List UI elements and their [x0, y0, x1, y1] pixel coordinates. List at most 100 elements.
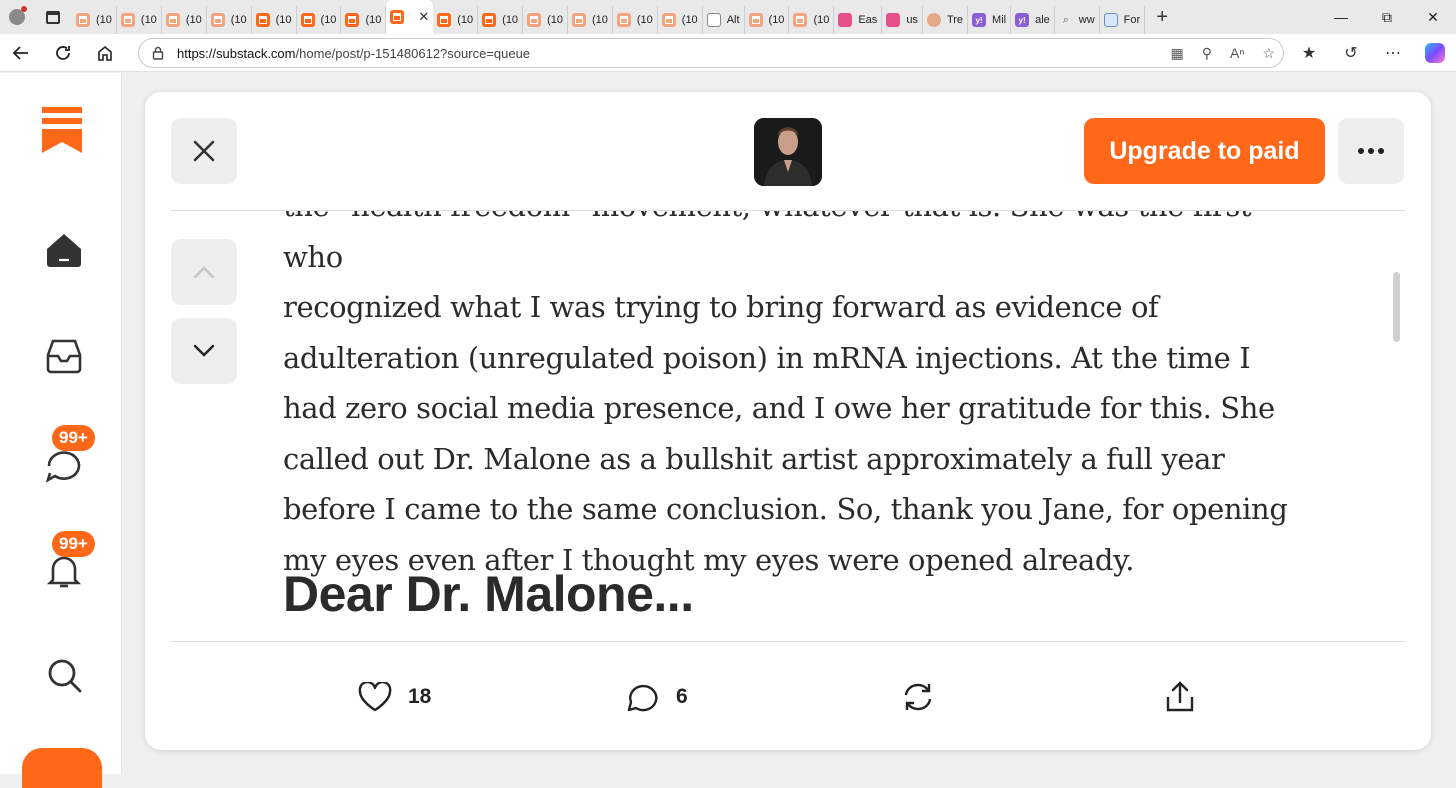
- restack-icon: [904, 683, 932, 711]
- like-button[interactable]: 18: [358, 677, 431, 717]
- tab-label: (10: [547, 14, 563, 26]
- substack-icon: [571, 13, 586, 27]
- browser-tab[interactable]: (10: [162, 6, 207, 34]
- tab-label: us: [906, 14, 918, 26]
- back-button[interactable]: [0, 34, 42, 72]
- browser-tab[interactable]: (10: [789, 6, 835, 34]
- substack-icon: [210, 13, 225, 27]
- substack-icon: [437, 13, 452, 27]
- browser-tab[interactable]: Tre: [923, 6, 969, 34]
- browser-tab[interactable]: (10: [207, 6, 252, 34]
- minimize-button[interactable]: —: [1318, 0, 1364, 34]
- apps-icon[interactable]: ▦: [1170, 45, 1183, 62]
- comment-count: 6: [676, 685, 688, 708]
- restore-button[interactable]: ⧉: [1364, 0, 1410, 34]
- next-post-button[interactable]: [171, 318, 237, 384]
- url-text: https://substack.com/home/post/p-1514806…: [177, 45, 531, 61]
- browser-tab[interactable]: (10: [433, 6, 479, 34]
- browser-tab-strip: (10 (10 (10 (10 (10 (10 (10 ✕ (10 (10 (10 (10 (10 (10…: [0, 0, 1456, 34]
- favorites-icon[interactable]: ★: [1288, 43, 1330, 63]
- tab-actions-icon[interactable]: [34, 0, 72, 34]
- comment-button[interactable]: 6: [626, 677, 688, 717]
- new-tab-button[interactable]: +: [1145, 6, 1179, 29]
- browser-tab[interactable]: For: [1100, 6, 1146, 34]
- paragraph-line: before I came to the same conclusion. So…: [283, 492, 1288, 526]
- browser-tab[interactable]: (10: [252, 6, 297, 34]
- close-tab-icon[interactable]: ✕: [418, 9, 429, 25]
- tab-label: Tre: [946, 14, 964, 26]
- restack-button[interactable]: [901, 677, 935, 717]
- address-bar[interactable]: https://substack.com/home/post/p-1514806…: [138, 38, 1284, 68]
- browser-tab[interactable]: (10: [658, 6, 703, 34]
- lock-icon[interactable]: [139, 46, 177, 60]
- paragraph-line: adulteration (unregulated poison) in mRN…: [283, 340, 1251, 375]
- paragraph-line: recognized what I was trying to bring fo…: [283, 290, 1159, 324]
- history-icon[interactable]: ↺: [1330, 43, 1372, 63]
- browser-tab[interactable]: (10: [745, 6, 790, 34]
- browser-tab[interactable]: y! Mil: [968, 6, 1012, 34]
- tab-label: (10: [365, 14, 382, 26]
- sidebar-search-icon[interactable]: [44, 655, 84, 695]
- previous-post-button[interactable]: [171, 239, 237, 305]
- browser-tab[interactable]: (10: [117, 6, 162, 34]
- tab-label: ale: [1035, 14, 1050, 26]
- browser-tab[interactable]: (10: [568, 6, 613, 34]
- tab-label: (10: [681, 14, 698, 26]
- back-arrow-icon: [12, 45, 28, 60]
- browser-tab[interactable]: us: [882, 6, 923, 34]
- reload-icon: [56, 45, 70, 60]
- share-icon: [1166, 681, 1194, 712]
- substack-icon: [120, 13, 135, 27]
- browser-tab[interactable]: y! ale: [1011, 6, 1055, 34]
- substack-icon: [345, 13, 360, 27]
- copilot-icon[interactable]: [1414, 43, 1456, 63]
- substack-icon: [165, 13, 180, 27]
- share-button[interactable]: [1165, 677, 1195, 717]
- favorite-star-icon[interactable]: ☆: [1262, 45, 1275, 62]
- comment-icon: [627, 684, 658, 712]
- browser-tab[interactable]: (10: [523, 6, 568, 34]
- post-reader: Upgrade to paid the "health freedom" mov…: [145, 92, 1431, 750]
- paragraph-line-clipped: the "health freedom" movement, whatever …: [283, 211, 1252, 274]
- sidebar-create-button[interactable]: [22, 748, 102, 788]
- browser-tab[interactable]: (10: [613, 6, 658, 34]
- browser-tab[interactable]: (10: [297, 6, 342, 34]
- close-post-button[interactable]: [171, 118, 237, 184]
- chat-badge: 99+: [52, 425, 95, 451]
- browser-menu-icon[interactable]: ⋯: [1372, 43, 1414, 63]
- tab-label: Mil: [992, 14, 1007, 26]
- more-options-button[interactable]: [1338, 118, 1404, 184]
- substack-logo[interactable]: [42, 107, 82, 158]
- tab-label: Eas: [858, 14, 878, 26]
- browser-tab[interactable]: (10: [478, 6, 524, 34]
- substack-icon: [661, 13, 676, 27]
- tab-label: (10: [457, 14, 474, 26]
- browser-tab[interactable]: Eas: [834, 6, 883, 34]
- substack-icon: [616, 13, 631, 27]
- heart-icon: [358, 682, 392, 712]
- browser-tab[interactable]: ✕: [386, 0, 434, 34]
- paragraph-line: called out Dr. Malone as a bullshit arti…: [283, 441, 1225, 476]
- paragraph-line: had zero social media presence, and I ow…: [283, 391, 1275, 425]
- sidebar-inbox-icon[interactable]: [44, 336, 84, 376]
- author-avatar[interactable]: [754, 118, 822, 186]
- zoom-icon[interactable]: ⚲: [1202, 45, 1212, 62]
- youtube-icon: [886, 13, 901, 27]
- browser-tab[interactable]: ⌕ ww: [1055, 6, 1100, 34]
- sidebar-bell-icon[interactable]: [44, 551, 84, 591]
- tab-label: (10: [275, 14, 292, 26]
- tab-label: (10: [636, 14, 653, 26]
- browser-tab[interactable]: (10: [72, 6, 117, 34]
- read-aloud-icon[interactable]: Aⁿ: [1230, 45, 1244, 61]
- profile-icon[interactable]: [0, 0, 34, 34]
- browser-tab[interactable]: Alt: [703, 6, 745, 34]
- reload-button[interactable]: [42, 34, 84, 72]
- sidebar-chat-icon[interactable]: [44, 445, 84, 485]
- browser-tab[interactable]: (10: [341, 6, 387, 34]
- close-window-button[interactable]: ✕: [1410, 0, 1456, 34]
- home-button[interactable]: [84, 34, 126, 72]
- upgrade-button[interactable]: Upgrade to paid: [1084, 118, 1325, 184]
- post-scrollbar[interactable]: [1393, 272, 1400, 342]
- substack-icon: [300, 13, 315, 27]
- sidebar-home-icon[interactable]: [44, 230, 84, 270]
